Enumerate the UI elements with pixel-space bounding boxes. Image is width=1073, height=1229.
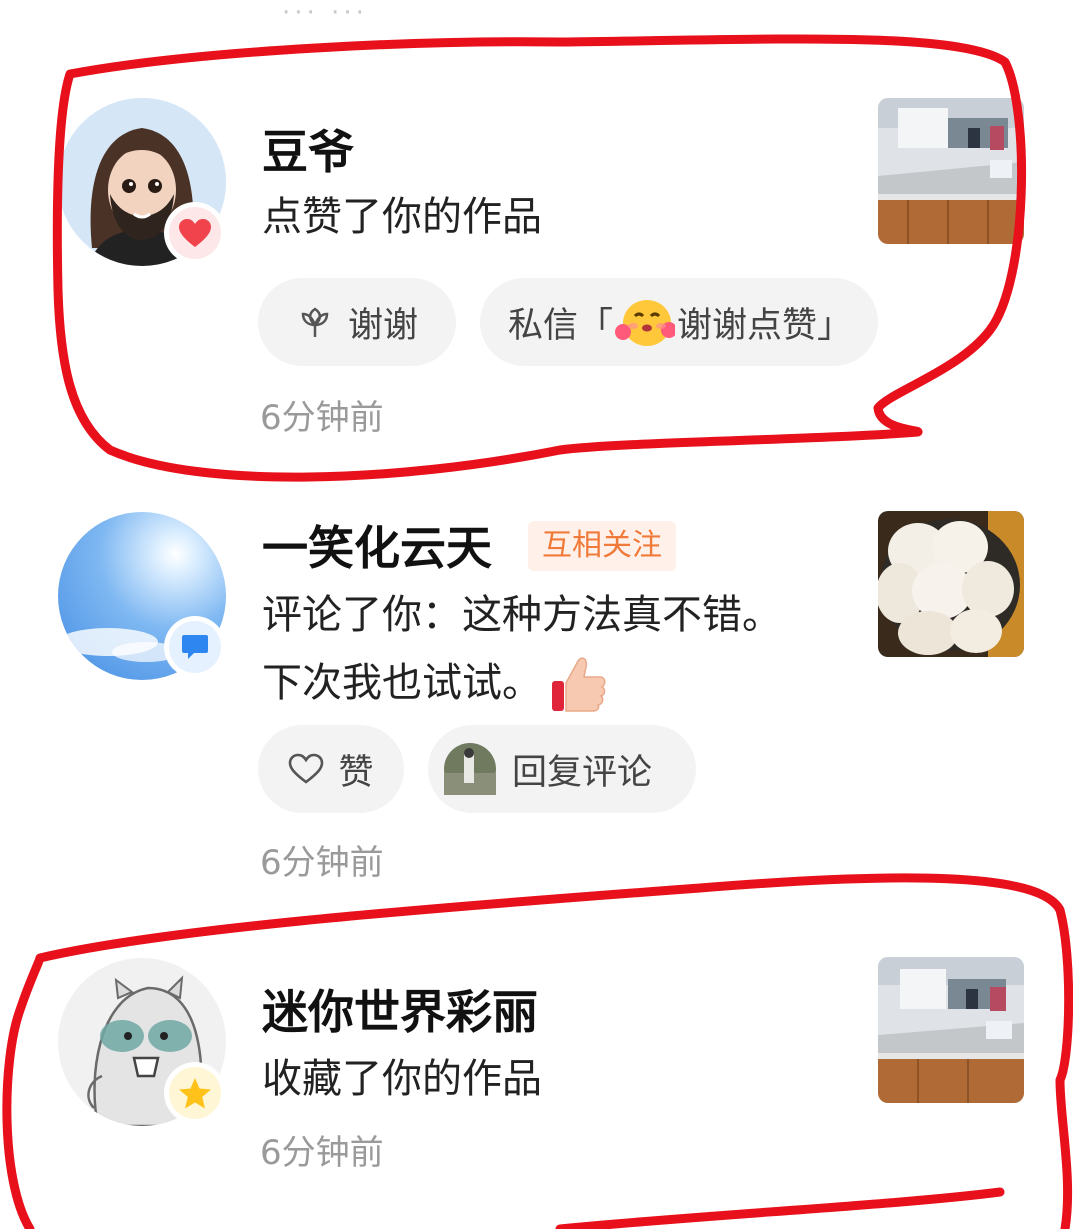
mutual-follow-tag: 互相关注	[528, 521, 676, 571]
thumbs-up-emoji	[552, 657, 606, 712]
user-name[interactable]: 豆爷	[262, 124, 354, 180]
private-message-button[interactable]: 私信「 谢谢点赞」	[480, 278, 878, 366]
timestamp: 6分钟前	[260, 1133, 384, 1173]
post-thumbnail[interactable]	[878, 98, 1024, 244]
timestamp: 6分钟前	[260, 398, 384, 438]
comment-text-line2: 下次我也试试。	[262, 650, 608, 716]
thanks-label: 谢谢	[347, 305, 418, 346]
cut-off-time-text: ··· ···	[282, 6, 392, 20]
like-label: 赞	[338, 752, 374, 793]
user-avatar[interactable]	[58, 98, 226, 266]
like-badge	[164, 202, 226, 264]
comment-icon	[182, 635, 208, 659]
comment-badge	[164, 616, 226, 678]
mini-avatar	[444, 743, 496, 795]
heart-icon	[179, 219, 211, 247]
star-icon	[179, 1078, 211, 1109]
notification-action-text: 点赞了你的作品	[262, 194, 542, 240]
notification-action-text: 收藏了你的作品	[262, 1056, 542, 1102]
reply-comment-button[interactable]: 回复评论	[428, 725, 696, 813]
user-avatar[interactable]	[58, 958, 226, 1126]
pm-label-suffix: 谢谢点赞」	[677, 305, 853, 346]
like-comment-button[interactable]: 赞	[258, 725, 404, 813]
heart-outline-icon	[289, 753, 324, 784]
favorite-badge	[164, 1062, 226, 1124]
timestamp: 6分钟前	[260, 843, 384, 883]
reply-label: 回复评论	[512, 752, 653, 793]
user-name[interactable]: 迷你世界彩丽	[262, 984, 538, 1040]
comment-text-line1: 评论了你：这种方法真不错。	[262, 592, 782, 638]
post-thumbnail[interactable]	[878, 511, 1024, 657]
post-thumbnail[interactable]	[878, 957, 1024, 1103]
thanks-button[interactable]: 谢谢	[258, 278, 456, 366]
pm-label-prefix: 私信「	[508, 305, 614, 346]
blushing-hug-emoji	[615, 300, 676, 346]
flower-icon	[301, 307, 329, 337]
user-avatar[interactable]	[58, 512, 226, 680]
user-name[interactable]: 一笑化云天	[262, 520, 492, 576]
